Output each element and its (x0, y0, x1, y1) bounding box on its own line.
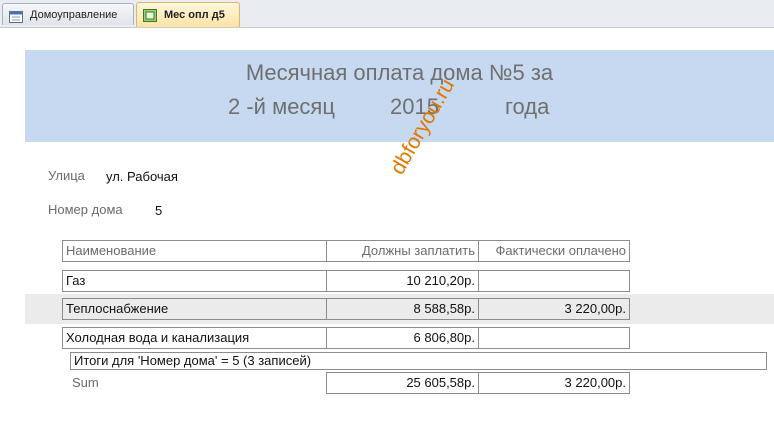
form-icon (9, 9, 23, 23)
column-header-due: Должны заплатить (326, 240, 479, 262)
report-icon (143, 8, 157, 22)
row-name: Холодная вода и канализация (62, 327, 327, 349)
row-due: 6 806,80р. (326, 327, 479, 349)
column-header-name: Наименование (62, 240, 327, 262)
row-due: 8 588,58р. (326, 298, 479, 320)
tab-mes-opl-d5[interactable]: Мес опл д5 (136, 2, 240, 27)
street-value: ул. Рабочая (106, 169, 178, 184)
row-name: Теплоснабжение (62, 298, 327, 320)
document-tab-bar: Домоуправление Мес опл д5 (0, 0, 774, 28)
sum-due: 25 605,58р. (326, 372, 479, 394)
row-name: Газ (62, 270, 327, 292)
row-paid (478, 327, 630, 349)
tab-label: Мес опл д5 (164, 9, 225, 21)
report-title: Месячная оплата дома №5 за (245, 60, 554, 85)
column-header-paid: Фактически оплачено (478, 240, 630, 262)
tab-domoupravlenie[interactable]: Домоуправление (2, 3, 134, 25)
house-number-label: Номер дома (48, 202, 123, 217)
house-number-value: 5 (155, 203, 163, 218)
month-value: 2 -й месяц (228, 94, 335, 119)
sum-label: Sum (72, 375, 99, 390)
row-due: 10 210,20р. (326, 270, 479, 292)
group-footer-summary: Итоги для 'Номер дома' = 5 (3 записей) (70, 352, 767, 370)
tab-label: Домоуправление (30, 9, 118, 21)
row-paid: 3 220,00р. (478, 298, 630, 320)
year-word: года (505, 94, 550, 119)
report-view: Месячная оплата дома №5 за 2 -й месяц 20… (0, 28, 774, 425)
sum-paid: 3 220,00р. (478, 372, 630, 394)
report-header: Месячная оплата дома №5 за 2 -й месяц 20… (25, 50, 774, 142)
street-label: Улица (48, 168, 85, 183)
row-paid (478, 270, 630, 292)
